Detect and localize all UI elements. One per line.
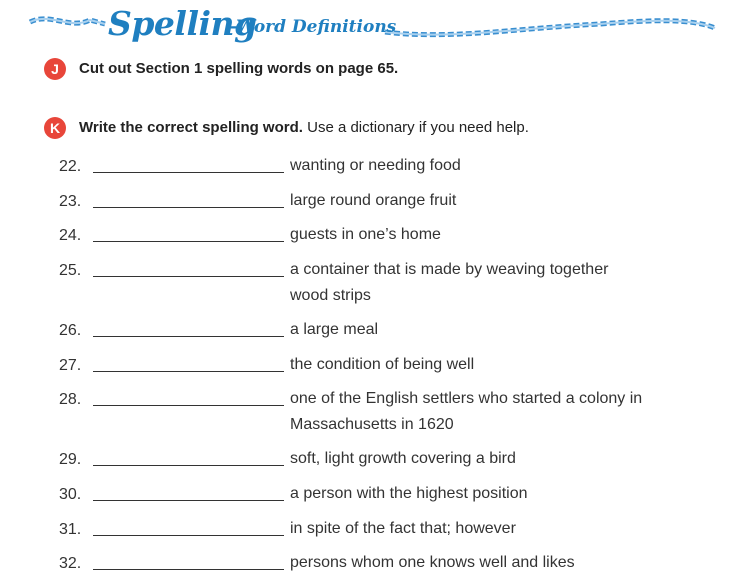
answer-line[interactable]	[93, 172, 284, 173]
answer-line[interactable]	[93, 276, 284, 277]
item-definition: one of the English settlers who started …	[290, 390, 643, 433]
section-k-instruction: Write the correct spelling word. Use a d…	[79, 119, 529, 136]
item-number: 27.	[59, 357, 82, 374]
item-definition: persons whom one knows well and likes	[290, 554, 575, 571]
item-number: 29.	[59, 451, 82, 468]
item-number: 23.	[59, 193, 82, 210]
page-subtitle: -Word Definitions	[230, 17, 397, 37]
answer-line[interactable]	[93, 569, 284, 570]
item-definition: a large meal	[290, 321, 379, 338]
item-definition: a person with the highest position	[290, 485, 528, 502]
item-number: 31.	[59, 521, 82, 538]
item-definition: soft, light growth covering a bird	[290, 450, 516, 467]
item-number: 24.	[59, 227, 82, 244]
item-definition: in spite of the fact that; however	[290, 520, 516, 537]
section-k-badge: K	[44, 117, 66, 139]
section-k-instruction-bold: Write the correct spelling word.	[79, 119, 303, 136]
item-definition: guests in one’s home	[290, 226, 441, 243]
answer-line[interactable]	[93, 207, 284, 208]
answer-line[interactable]	[93, 371, 284, 372]
item-definition: wanting or needing food	[290, 157, 461, 174]
item-definition: the condition of being well	[290, 356, 475, 373]
section-k-instruction-rest: Use a dictionary if you need help.	[302, 119, 529, 136]
answer-line[interactable]	[93, 500, 284, 501]
answer-line[interactable]	[93, 241, 284, 242]
title-bar: Spelling -Word Definitions	[0, 0, 750, 60]
answer-line[interactable]	[93, 405, 284, 406]
item-number: 32.	[59, 555, 82, 572]
item-definition: a container that is made by weaving toge…	[290, 261, 609, 304]
item-definition: large round orange fruit	[290, 192, 457, 209]
item-number: 28.	[59, 391, 82, 408]
section-j-badge: J	[44, 58, 66, 80]
answer-line[interactable]	[93, 535, 284, 536]
item-number: 25.	[59, 262, 82, 279]
section-j-instruction: Cut out Section 1 spelling words on page…	[79, 60, 399, 77]
answer-line[interactable]	[93, 465, 284, 466]
item-number: 30.	[59, 486, 82, 503]
item-number: 26.	[59, 322, 82, 339]
item-number: 22.	[59, 158, 82, 175]
answer-line[interactable]	[93, 336, 284, 337]
